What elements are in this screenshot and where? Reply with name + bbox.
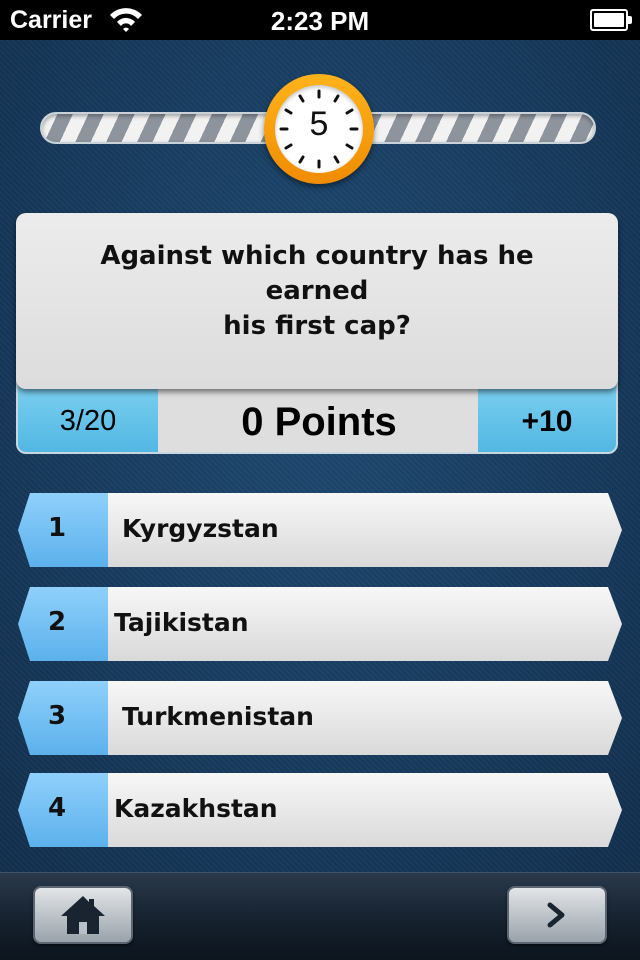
question-progress-text: 3/20 bbox=[59, 405, 117, 437]
home-button[interactable] bbox=[33, 886, 133, 944]
points-text: 0 Points bbox=[241, 400, 397, 444]
status-bar: Carrier 2:23 PM bbox=[0, 0, 640, 40]
answer-pill[interactable]: Turkmenistan bbox=[94, 681, 622, 755]
answer-option-4[interactable]: Kazakhstan 4 bbox=[18, 773, 622, 847]
clock-icon: 5 bbox=[264, 74, 374, 184]
score-bar: 3/20 0 Points +10 bbox=[16, 380, 618, 454]
chevron-right-icon bbox=[547, 902, 565, 928]
timer-face: 5 bbox=[275, 85, 363, 173]
answer-number: 4 bbox=[47, 793, 67, 823]
bonus-display: +10 bbox=[478, 382, 616, 452]
points-display: 0 Points bbox=[158, 382, 480, 452]
answer-label: Tajikistan bbox=[114, 608, 249, 637]
question-line-2: his first cap? bbox=[223, 311, 411, 341]
answer-option-2[interactable]: Tajikistan 2 bbox=[18, 587, 622, 661]
answer-number-badge[interactable]: 4 bbox=[18, 773, 108, 847]
answer-pill[interactable]: Kazakhstan bbox=[94, 773, 622, 847]
answer-number-badge[interactable]: 1 bbox=[18, 493, 108, 567]
answer-number-badge[interactable]: 3 bbox=[18, 681, 108, 755]
timer-value: 5 bbox=[309, 105, 329, 143]
question-text: Against which country has he earned his … bbox=[46, 239, 588, 344]
answer-number: 1 bbox=[47, 513, 67, 543]
answer-number-badge[interactable]: 2 bbox=[18, 587, 108, 661]
answer-label: Kazakhstan bbox=[114, 794, 278, 823]
answer-option-1[interactable]: Kyrgyzstan 1 bbox=[18, 493, 622, 567]
answer-pill[interactable]: Kyrgyzstan bbox=[94, 493, 622, 567]
next-button[interactable] bbox=[507, 886, 607, 944]
question-progress: 3/20 bbox=[18, 382, 158, 452]
bottom-toolbar bbox=[0, 872, 640, 960]
bonus-text: +10 bbox=[521, 405, 573, 438]
answer-label: Kyrgyzstan bbox=[122, 514, 279, 543]
home-icon bbox=[61, 896, 105, 934]
answer-label: Turkmenistan bbox=[122, 702, 314, 731]
battery-icon bbox=[590, 9, 632, 31]
answer-number: 3 bbox=[47, 701, 67, 731]
question-line-1: Against which country has he earned bbox=[100, 241, 534, 306]
status-time: 2:23 PM bbox=[270, 6, 370, 36]
question-card: Against which country has he earned his … bbox=[16, 213, 618, 389]
answer-number: 2 bbox=[47, 607, 67, 637]
answer-option-3[interactable]: Turkmenistan 3 bbox=[18, 681, 622, 755]
answer-pill[interactable]: Tajikistan bbox=[94, 587, 622, 661]
